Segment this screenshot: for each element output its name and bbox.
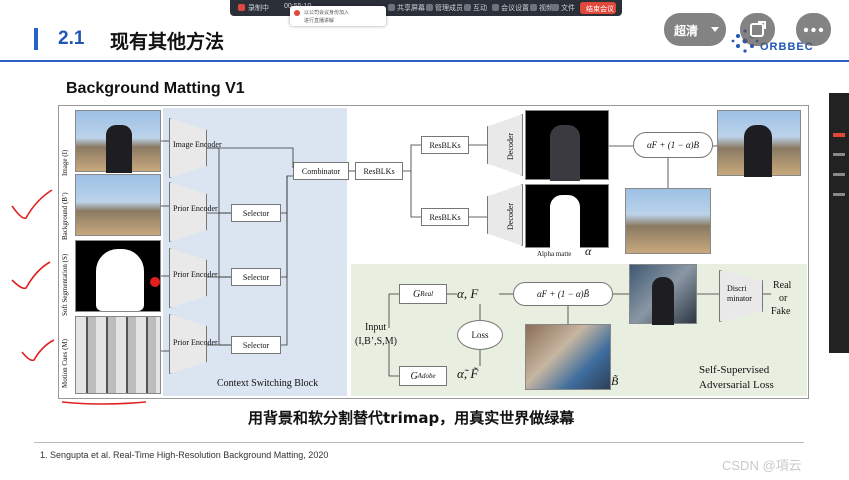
title-accent-bar [34, 28, 38, 50]
toast-line-1: 以公司会议身份加入 [304, 10, 350, 16]
toolbar-item-video[interactable]: 视频 [539, 3, 553, 13]
section-title: 现有其他方法 [110, 31, 225, 53]
video-icon[interactable] [530, 4, 537, 11]
chevron-down-icon [711, 27, 719, 32]
notification-toast[interactable]: 以公司会议身份加入 进行直播讲解 [290, 6, 386, 26]
side-panel-line [833, 153, 845, 156]
members-icon[interactable] [426, 4, 433, 11]
side-panel-line [833, 173, 845, 176]
architecture-figure: Image (I) Background (B’) Soft Segmentat… [58, 105, 809, 399]
record-icon [238, 4, 245, 11]
side-panel-marker [833, 133, 845, 137]
side-panel-line [833, 193, 845, 196]
footer-divider [34, 442, 804, 443]
reference-citation: 1. Sengupta et al. Real-Time High-Resolu… [40, 450, 329, 460]
toolbar-item-settings[interactable]: 会议设置 [501, 3, 529, 13]
share-button[interactable] [740, 13, 775, 46]
quality-selector[interactable]: 超清 [664, 13, 726, 46]
header-divider [0, 60, 849, 62]
quality-label: 超清 [674, 24, 699, 38]
toolbar-item-members[interactable]: 管理成员 [435, 3, 463, 13]
end-meeting-label: 结束会议 [586, 6, 614, 13]
paper-title: Background Matting V1 [66, 80, 245, 97]
end-meeting-button[interactable]: 结束会议 [580, 2, 616, 14]
csdn-watermark: CSDN @項云 [722, 458, 802, 473]
screen: 2.1 现有其他方法 ORBBEC 录制中 00:55:10 共享屏幕 管理成员… [0, 0, 849, 480]
file-icon[interactable] [552, 4, 559, 11]
share-screen-icon[interactable] [388, 4, 395, 11]
section-number: 2.1 [58, 28, 85, 49]
annotation-checkmarks [11, 189, 160, 405]
toolbar-item-share[interactable]: 共享屏幕 [397, 3, 425, 13]
toast-line-2: 进行直播讲解 [304, 18, 335, 24]
alert-icon [294, 10, 300, 16]
interact-icon[interactable] [464, 4, 471, 11]
more-button[interactable] [796, 13, 831, 46]
recording-label: 录制中 [248, 5, 269, 12]
share-icon [750, 21, 766, 37]
settings-icon[interactable] [492, 4, 499, 11]
more-icon [803, 27, 824, 33]
connection-arrows [161, 140, 771, 377]
toolbar-item-file[interactable]: 文件 [561, 3, 575, 13]
side-panel[interactable] [829, 93, 849, 353]
slide-caption: 用背景和软分割替代trimap，用真实世界做绿幕 [248, 409, 575, 427]
meeting-toolbar: 录制中 00:55:10 共享屏幕 管理成员 互动 会议设置 视频 文件 结束会… [230, 0, 622, 16]
toolbar-item-interact[interactable]: 互动 [473, 3, 487, 13]
